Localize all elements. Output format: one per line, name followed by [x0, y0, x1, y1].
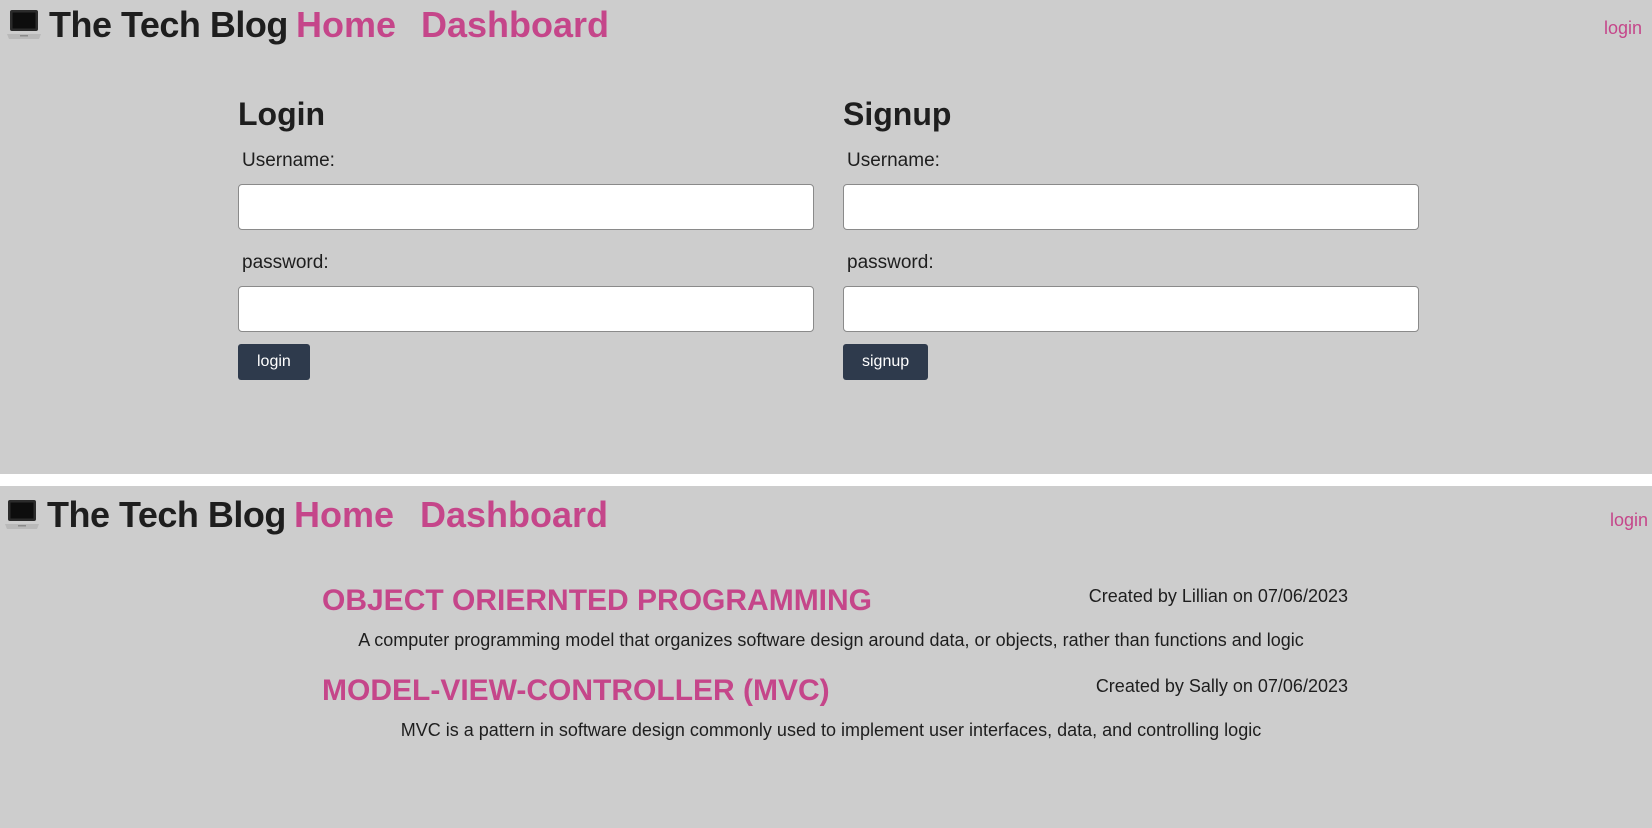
laptop-icon: [5, 500, 39, 529]
header-login-link[interactable]: login: [1604, 18, 1642, 39]
login-password-input[interactable]: [238, 286, 814, 332]
header-login-link[interactable]: login: [1610, 510, 1648, 531]
post-meta: Created by Lillian on 07/06/2023: [1088, 586, 1348, 606]
home-page-screenshot: The Tech Blog Home Dashboard login OBJEC…: [0, 486, 1652, 828]
site-header: The Tech Blog Home Dashboard login: [0, 0, 1652, 52]
brand[interactable]: The Tech Blog: [4, 494, 286, 536]
signup-username-label: Username:: [847, 150, 940, 171]
signup-title: Signup: [843, 96, 952, 132]
site-header: The Tech Blog Home Dashboard login: [0, 486, 1652, 538]
login-page-screenshot: The Tech Blog Home Dashboard login Login…: [0, 0, 1652, 474]
signup-password-label: password:: [847, 252, 934, 273]
login-button[interactable]: login: [238, 344, 310, 380]
post-body: MVC is a pattern in software design comm…: [400, 720, 1262, 740]
post-body: A computer programming model that organi…: [358, 630, 1304, 650]
nav-home-link[interactable]: Home: [296, 4, 396, 46]
nav-dashboard-link[interactable]: Dashboard: [420, 494, 608, 536]
site-title: The Tech Blog: [49, 4, 288, 45]
post-title-link[interactable]: MODEL-VIEW-CONTROLLER (MVC): [322, 674, 830, 708]
signup-password-input[interactable]: [843, 286, 1419, 332]
nav-dashboard-link[interactable]: Dashboard: [421, 4, 609, 46]
post-title-link[interactable]: OBJECT ORIERNTED PROGRAMMING: [322, 584, 872, 618]
site-title: The Tech Blog: [47, 494, 286, 535]
signup-username-input[interactable]: [843, 184, 1419, 230]
login-username-label: Username:: [242, 150, 335, 171]
signup-form: Signup Username: password: signup: [843, 92, 1421, 380]
login-title: Login: [238, 96, 326, 132]
laptop-icon: [7, 10, 41, 39]
login-username-input[interactable]: [238, 184, 814, 230]
brand[interactable]: The Tech Blog: [6, 4, 288, 46]
login-password-label: password:: [242, 252, 329, 273]
signup-button[interactable]: signup: [843, 344, 929, 380]
login-form: Login Username: password: login: [238, 92, 816, 380]
post-meta: Created by Sally on 07/06/2023: [1095, 676, 1348, 696]
nav-home-link[interactable]: Home: [294, 494, 394, 536]
